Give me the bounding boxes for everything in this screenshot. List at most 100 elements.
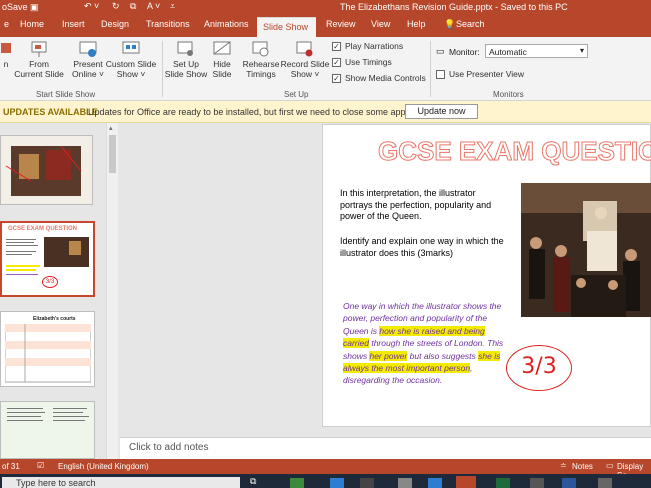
setup-icon <box>177 41 193 56</box>
lightbulb-icon: 💡 <box>444 19 456 29</box>
update-title: UPDATES AVAILABLE <box>3 107 98 117</box>
tab-design[interactable]: Design <box>101 19 129 29</box>
search-label[interactable]: Search <box>456 19 485 29</box>
from-current-slide-button[interactable]: From Current Slide <box>14 41 64 79</box>
hide-slide-button[interactable]: Hide Slide <box>208 41 236 79</box>
save-icon[interactable]: ▣ <box>30 2 39 13</box>
tab-insert[interactable]: Insert <box>62 19 85 29</box>
file-tab-edge[interactable]: e <box>4 19 9 29</box>
tab-transitions[interactable]: Transitions <box>146 19 190 29</box>
monitor-select[interactable]: Automatic ▾ <box>485 44 588 58</box>
present-online-button[interactable]: Present Online ˅ <box>70 41 106 79</box>
status-bar: of 31 ☑ English (United Kingdom) ≐ Notes… <box>0 459 651 480</box>
rehearse-timings-button[interactable]: Rehearse Timings <box>242 41 280 79</box>
powerpoint-taskbar-icon[interactable] <box>456 476 476 488</box>
tab-view[interactable]: View <box>371 19 390 29</box>
thumbnail-text-lines <box>6 239 40 275</box>
tab-slide-show[interactable]: Slide Show <box>257 17 316 37</box>
use-timings-checkbox[interactable]: ✓ Use Timings <box>332 57 392 67</box>
answer-highlight-2: her power <box>369 350 408 361</box>
slide-answer-text[interactable]: One way in which the illustrator shows t… <box>343 300 513 387</box>
taskbar-app-icon[interactable] <box>598 478 612 488</box>
from-current-label-1: From <box>29 59 49 69</box>
taskbar-app-icon[interactable] <box>330 478 344 488</box>
custom-show-icon <box>122 41 140 54</box>
record-slide-show-button[interactable]: Record Slide Show ˅ <box>280 41 330 79</box>
taskbar-app-icon[interactable] <box>290 478 304 488</box>
thumbnail-image <box>44 237 89 267</box>
thumbnail-title: GCSE EXAM QUESTION <box>8 226 78 232</box>
taskbar-app-icon[interactable] <box>428 478 442 488</box>
slide-thumbnail-selected[interactable]: GCSE EXAM QUESTION 3/3 <box>0 221 95 297</box>
thumbnail-table <box>5 324 91 383</box>
queen-procession-image[interactable] <box>521 183 651 317</box>
language-status[interactable]: English (United Kingdom) <box>58 462 149 471</box>
tab-help[interactable]: Help <box>407 19 426 29</box>
slide-thumbnail[interactable] <box>0 401 95 459</box>
title-bar: oSave ▣ ↶ ˅ ↻ ⧉ A ˅ ⩡ The Elizabethans R… <box>0 0 651 15</box>
play-narrations-checkbox[interactable]: ✓ Play Narrations <box>332 41 403 51</box>
undo-icon[interactable]: ↶ ˅ <box>84 1 99 12</box>
record-label-2: Show ˅ <box>290 69 320 79</box>
notes-icon[interactable]: ≐ <box>560 461 567 470</box>
update-message: Updates for Office are ready to be insta… <box>88 107 413 117</box>
slide-thumbnail[interactable]: Elizabeth's courts <box>0 311 95 387</box>
monitor-label: Monitor: <box>449 47 480 57</box>
checkbox-empty-icon <box>436 69 445 79</box>
taskbar-app-icon[interactable] <box>398 478 412 488</box>
set-up-slide-show-button[interactable]: Set Up Slide Show <box>164 41 208 79</box>
slide-paragraph-2[interactable]: Identify and explain one way in which th… <box>340 236 510 259</box>
taskbar-app-icon[interactable] <box>562 478 576 488</box>
font-size-icon[interactable]: A ˅ <box>147 1 160 11</box>
taskbar-app-icon[interactable] <box>360 478 374 488</box>
display-icon[interactable]: ▭ <box>606 461 614 470</box>
group-label-start: Start Slide Show <box>36 90 96 99</box>
slide-thumbnail[interactable] <box>0 135 93 205</box>
thumbnail-scrollbar[interactable]: ▴ <box>106 123 118 459</box>
scroll-up-icon[interactable]: ▴ <box>109 124 113 132</box>
spellcheck-icon[interactable]: ☑ <box>37 461 44 470</box>
present-online-label-2: Online ˅ <box>72 69 104 79</box>
notes-placeholder: Click to add notes <box>129 442 209 453</box>
handwritten-mark-circle: 3/3 <box>506 345 572 391</box>
taskbar-app-icon[interactable] <box>496 478 510 488</box>
taskbar-app-icon[interactable] <box>530 478 544 488</box>
thumbnail-image <box>1 136 92 204</box>
tab-animations[interactable]: Animations <box>204 19 249 29</box>
use-timings-label: Use Timings <box>345 57 392 67</box>
present-online-label-1: Present <box>73 59 103 69</box>
taskbar-search-placeholder: Type here to search <box>16 478 96 488</box>
autosave-label[interactable]: oSave <box>2 2 28 12</box>
custom-slide-show-button[interactable]: Custom Slide Show ˅ <box>104 41 158 79</box>
customize-toolbar-icon[interactable]: ⩡ <box>170 1 175 12</box>
slideshow-icon <box>1 43 11 53</box>
slide-canvas[interactable]: GCSE EXAM QUESTION In this interpretatio… <box>322 124 651 427</box>
ribbon: n From Current Slide Present Online ˅ Cu… <box>0 37 651 101</box>
taskbar: Type here to search ⧉ <box>0 474 651 488</box>
check-icon: ✓ <box>332 73 341 83</box>
chevron-down-icon: ▾ <box>579 46 584 55</box>
update-now-button[interactable]: Update now <box>405 104 478 119</box>
redo-icon[interactable]: ↻ <box>112 1 120 12</box>
setup-label-2: Slide Show <box>164 69 208 79</box>
tab-review[interactable]: Review <box>326 19 356 29</box>
slide-counter: of 31 <box>2 462 20 471</box>
scroll-thumb[interactable] <box>109 135 116 173</box>
task-view-icon[interactable]: ⧉ <box>250 476 256 487</box>
tab-home[interactable]: Home <box>20 19 44 29</box>
slide-title[interactable]: GCSE EXAM QUESTION <box>377 136 651 167</box>
hide-slide-label-2: Slide <box>212 69 232 79</box>
present-online-icon <box>79 41 97 57</box>
record-label-1: Record Slide <box>280 59 330 69</box>
use-presenter-view-checkbox[interactable]: Use Presenter View <box>436 69 524 79</box>
slide-paragraph-1[interactable]: In this interpretation, the illustrator … <box>340 188 510 223</box>
from-beginning-button[interactable]: n <box>0 41 12 69</box>
thumbnail-mark: 3/3 <box>42 276 58 288</box>
notes-toggle[interactable]: Notes <box>572 462 593 471</box>
group-divider <box>430 41 431 97</box>
start-from-beginning-icon[interactable]: ⧉ <box>130 1 136 12</box>
taskbar-search-box[interactable]: Type here to search <box>2 477 240 488</box>
show-media-controls-checkbox[interactable]: ✓ Show Media Controls <box>332 73 426 83</box>
from-beginning-label: n <box>3 59 9 69</box>
notes-pane[interactable]: Click to add notes <box>120 437 651 459</box>
